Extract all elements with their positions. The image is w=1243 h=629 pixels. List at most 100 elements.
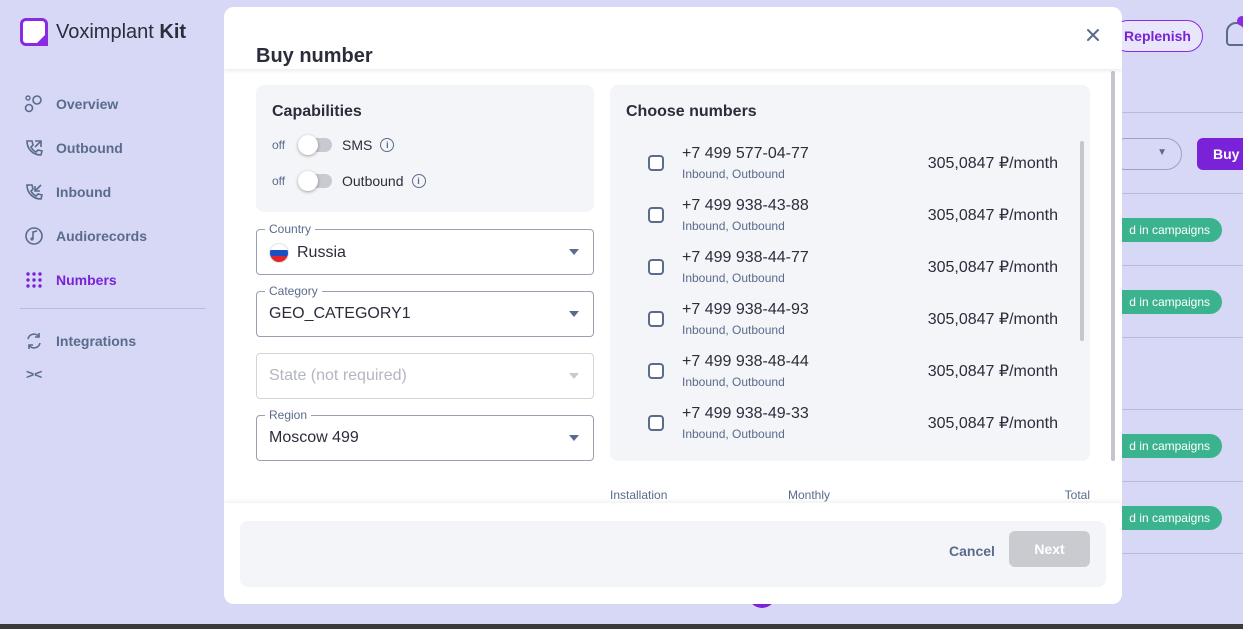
divider — [1122, 112, 1243, 113]
capability-label: SMS — [342, 137, 373, 153]
category-select[interactable]: Category GEO_CATEGORY1 — [256, 284, 594, 337]
chevron-down-icon — [569, 249, 579, 255]
region-select[interactable]: Region Moscow 499 — [256, 408, 594, 461]
state-select[interactable]: State (not required) — [256, 353, 594, 399]
phone-incoming-icon — [24, 182, 44, 202]
choose-numbers-title: Choose numbers — [626, 103, 757, 120]
installation-label: Installation — [610, 488, 668, 502]
list-item[interactable]: +7 499 938-44-93 Inbound, Outbound 305,0… — [648, 301, 1058, 341]
number-capabilities: Inbound, Outbound — [682, 427, 785, 441]
number-capabilities: Inbound, Outbound — [682, 271, 785, 285]
collapse-sidebar-button[interactable]: >< — [26, 366, 42, 382]
buy-number-button[interactable]: Buy a — [1197, 138, 1243, 170]
capability-sms: off SMS i — [272, 135, 395, 155]
divider — [1122, 481, 1243, 482]
status-badge: d in campaigns — [1110, 218, 1222, 242]
number-price: 305,0847 ₽/month — [927, 155, 1058, 172]
phone-number: +7 499 938-49-33 — [682, 405, 809, 422]
divider — [1122, 265, 1243, 266]
sidebar-item-numbers[interactable]: Numbers — [24, 258, 206, 302]
number-checkbox[interactable] — [648, 363, 664, 379]
dialog-title: Buy number — [256, 45, 373, 67]
divider — [1122, 409, 1243, 410]
chevron-down-icon — [569, 435, 579, 441]
background-content — [1122, 0, 1243, 629]
sidebar-item-label: Integrations — [56, 333, 137, 349]
capabilities-title: Capabilities — [272, 103, 362, 120]
music-note-icon — [24, 226, 44, 246]
number-checkbox[interactable] — [648, 311, 664, 327]
state-placeholder: State (not required) — [269, 367, 407, 384]
region-value: Moscow 499 — [269, 429, 359, 446]
dialpad-icon — [24, 270, 44, 290]
capability-outbound: off Outbound i — [272, 171, 426, 191]
number-checkbox[interactable] — [648, 155, 664, 171]
sidebar-item-label: Numbers — [56, 272, 117, 288]
divider — [1122, 337, 1243, 338]
number-capabilities: Inbound, Outbound — [682, 167, 785, 181]
close-icon[interactable] — [1086, 25, 1102, 41]
number-checkbox[interactable] — [648, 207, 664, 223]
toggle-state-label: off — [272, 174, 286, 188]
sidebar-item-inbound[interactable]: Inbound — [24, 170, 206, 214]
replenish-button[interactable]: Replenish — [1112, 20, 1203, 52]
chevron-down-icon — [569, 311, 579, 317]
number-price: 305,0847 ₽/month — [927, 259, 1058, 276]
notification-badge — [1237, 16, 1243, 26]
number-price: 305,0847 ₽/month — [927, 363, 1058, 380]
field-value: Russia — [269, 243, 346, 263]
sidebar-item-overview[interactable]: Overview — [24, 82, 206, 126]
category-value: GEO_CATEGORY1 — [269, 305, 411, 322]
number-price: 305,0847 ₽/month — [927, 207, 1058, 224]
field-label: Category — [265, 284, 322, 298]
list-item[interactable]: +7 499 938-43-88 Inbound, Outbound 305,0… — [648, 197, 1058, 237]
list-item[interactable]: +7 499 938-49-33 Inbound, Outbound 305,0… — [648, 405, 1058, 445]
buy-number-dialog: Buy number Capabilities off SMS i off Ou… — [224, 7, 1122, 604]
dialog-scrollbar[interactable] — [1111, 71, 1115, 461]
sidebar-item-outbound[interactable]: Outbound — [24, 126, 206, 170]
window-bottom-edge — [0, 624, 1243, 629]
number-capabilities: Inbound, Outbound — [682, 375, 785, 389]
phone-outgoing-icon — [24, 138, 44, 158]
capability-label: Outbound — [342, 173, 404, 189]
sidebar-item-audiorecords[interactable]: Audiorecords — [24, 214, 206, 258]
number-capabilities: Inbound, Outbound — [682, 323, 785, 337]
cancel-button[interactable]: Cancel — [949, 543, 995, 559]
numbers-scrollbar[interactable] — [1080, 141, 1084, 341]
info-icon[interactable]: i — [380, 138, 395, 152]
list-item[interactable]: +7 499 577-04-77 Inbound, Outbound 305,0… — [648, 145, 1058, 185]
sms-toggle[interactable] — [298, 135, 332, 155]
sidebar-item-label: Inbound — [56, 184, 112, 200]
phone-number: +7 499 577-04-77 — [682, 145, 809, 162]
number-price: 305,0847 ₽/month — [927, 311, 1058, 328]
number-price: 305,0847 ₽/month — [927, 415, 1058, 432]
dialog-header: Buy number — [224, 7, 1122, 69]
phone-number: +7 499 938-44-77 — [682, 249, 809, 266]
divider — [1122, 553, 1243, 554]
field-label: Country — [265, 222, 316, 236]
status-badge: d in campaigns — [1110, 506, 1222, 530]
list-item[interactable]: +7 499 938-44-77 Inbound, Outbound 305,0… — [648, 249, 1058, 289]
info-icon[interactable]: i — [411, 174, 426, 188]
number-checkbox[interactable] — [648, 259, 664, 275]
next-button[interactable]: Next — [1009, 531, 1090, 567]
totals-header: Installation Monthly Total — [610, 488, 1090, 502]
number-checkbox[interactable] — [648, 415, 664, 431]
country-select[interactable]: Country Russia — [256, 222, 594, 275]
integrations-icon — [24, 331, 44, 351]
sidebar-divider — [20, 308, 206, 309]
logo[interactable]: Voximplant Kit — [20, 18, 186, 46]
sidebar-item-label: Overview — [56, 96, 119, 112]
status-badge: d in campaigns — [1110, 290, 1222, 314]
list-item[interactable]: +7 499 938-48-44 Inbound, Outbound 305,0… — [648, 353, 1058, 393]
voximplant-logo-icon — [20, 18, 48, 46]
sidebar-item-integrations[interactable]: Integrations — [24, 319, 206, 363]
russia-flag-icon — [269, 243, 289, 263]
outbound-toggle[interactable] — [298, 171, 332, 191]
status-badge: d in campaigns — [1110, 434, 1222, 458]
sidebar-item-label: Audiorecords — [56, 228, 148, 244]
phone-number: +7 499 938-48-44 — [682, 353, 809, 370]
logo-text: Voximplant Kit — [56, 20, 187, 43]
sidebar: Voximplant Kit Overview Outbound Inbound… — [0, 0, 224, 629]
phone-number: +7 499 938-43-88 — [682, 197, 809, 214]
